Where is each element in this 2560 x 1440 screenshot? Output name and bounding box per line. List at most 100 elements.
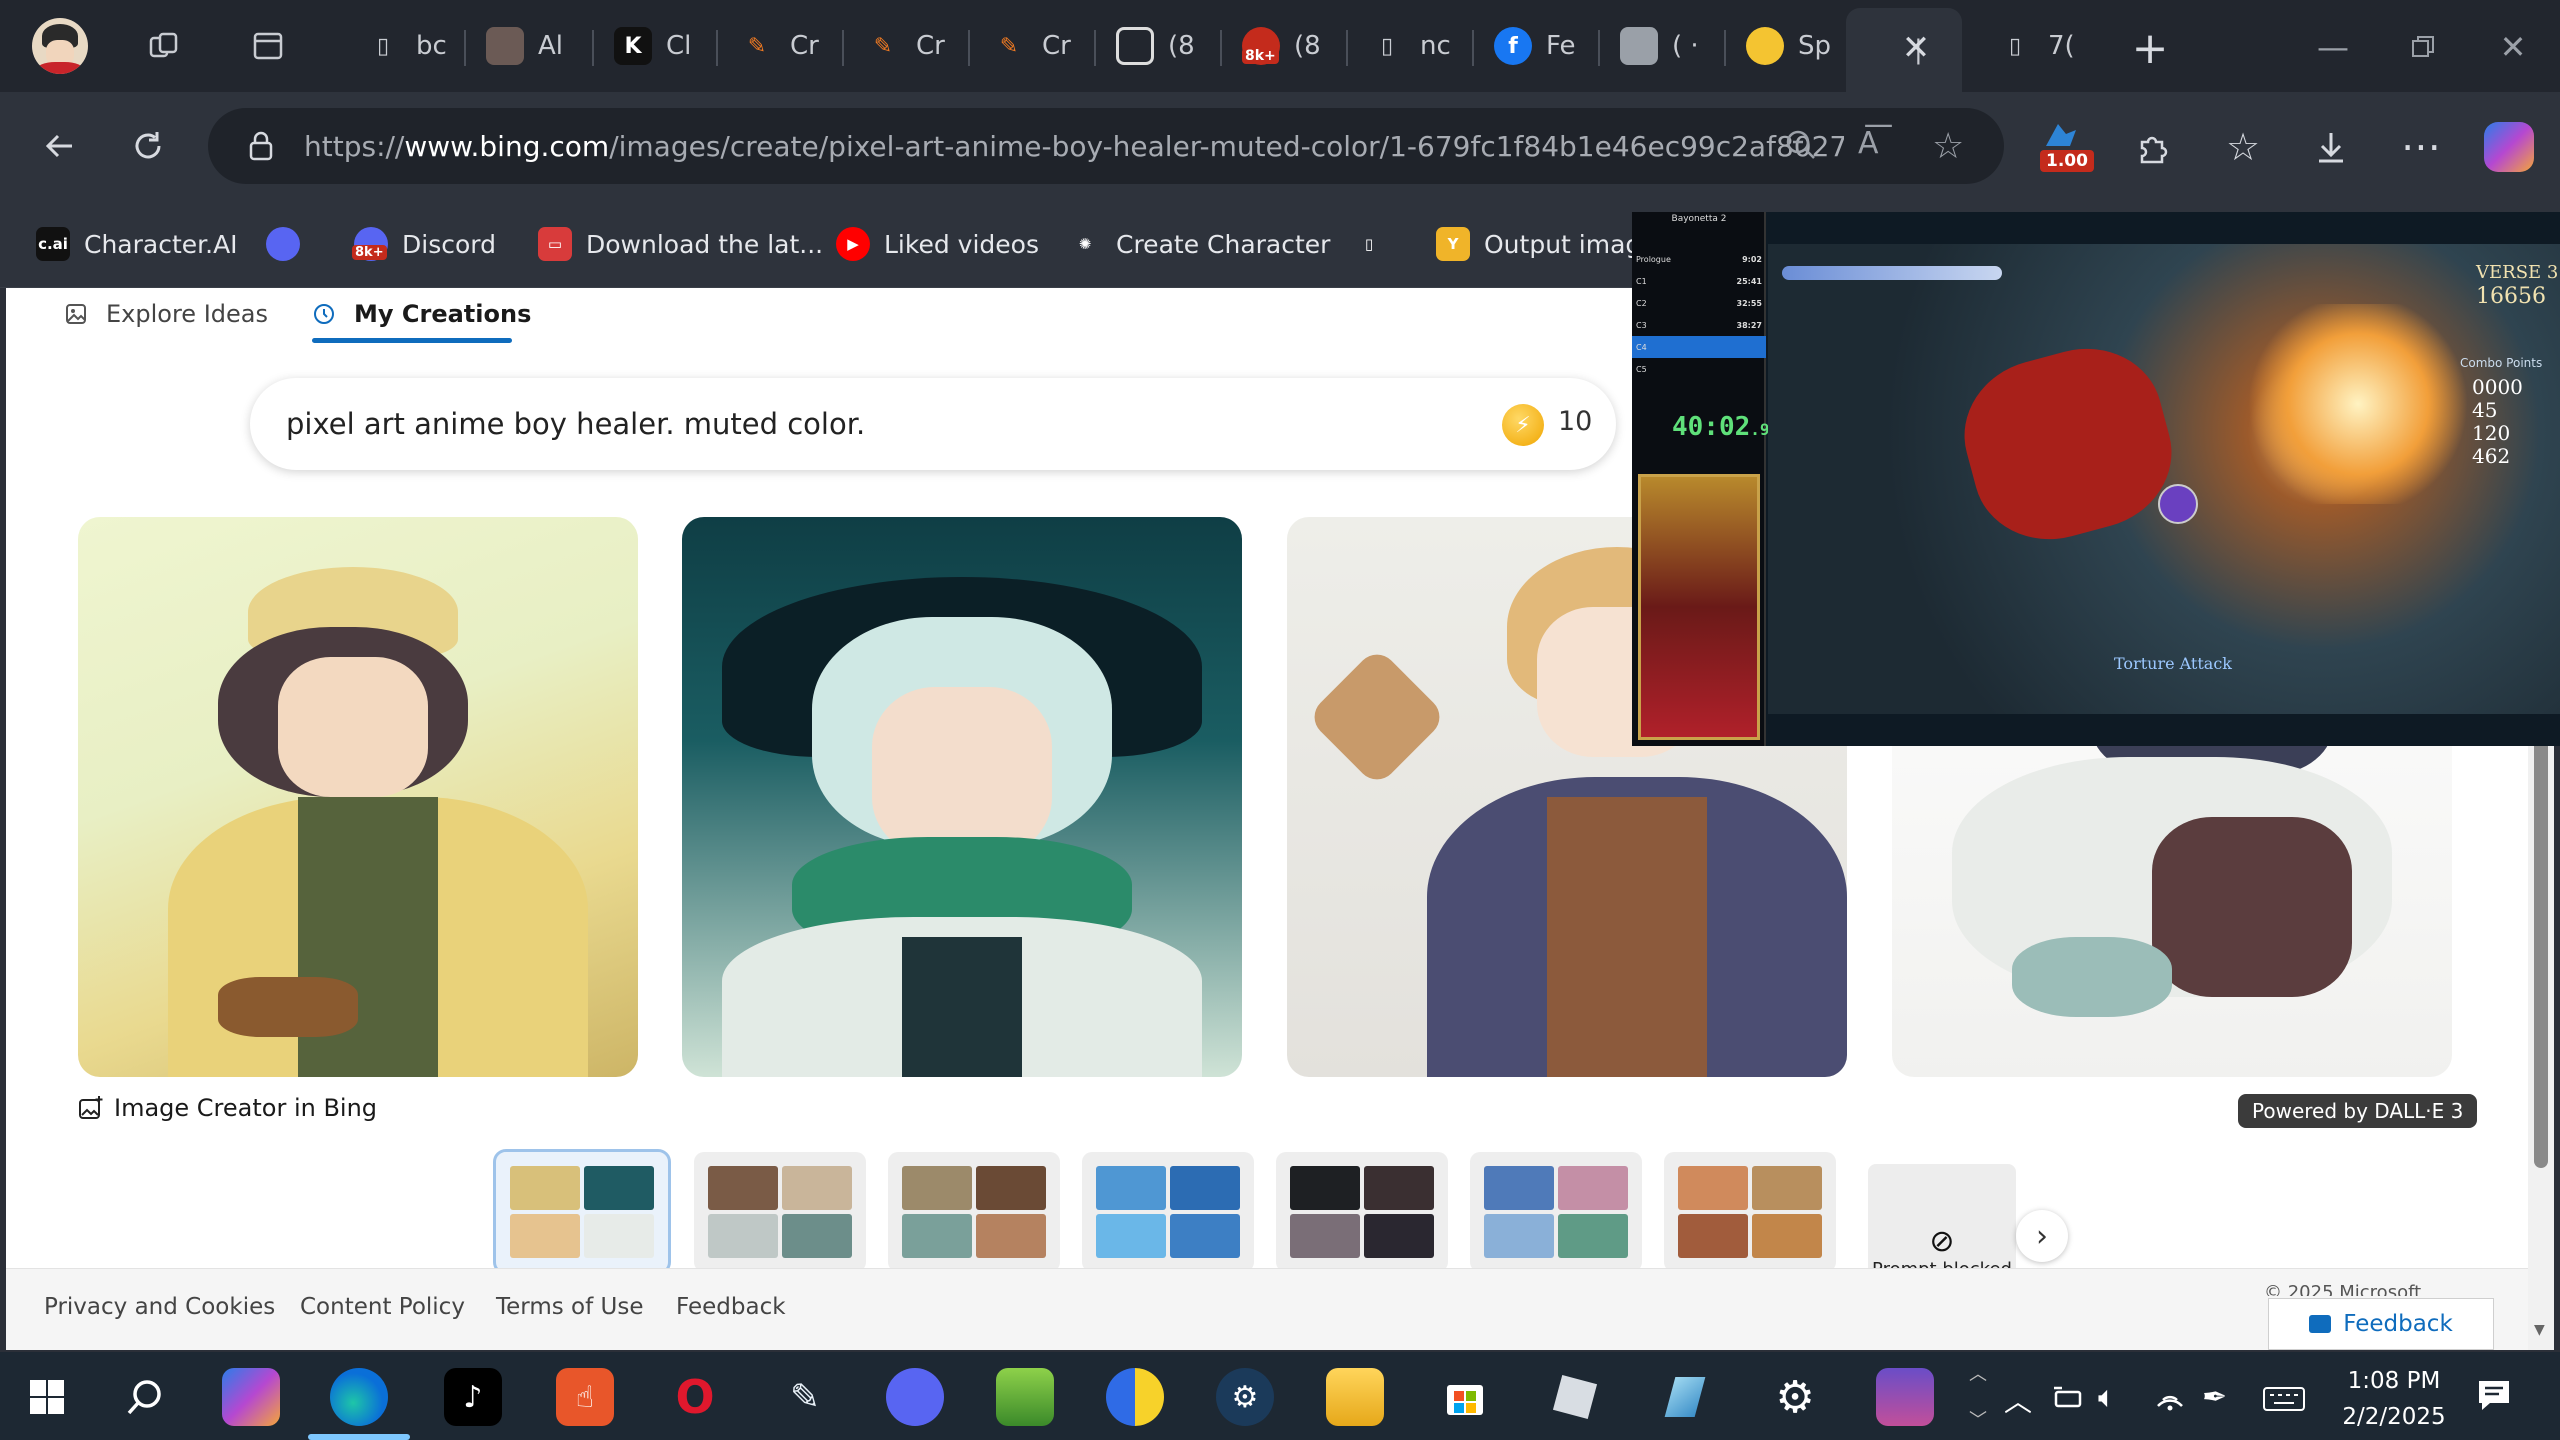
creation-thumbnail-2[interactable] — [694, 1152, 866, 1272]
zoom-out-icon[interactable] — [1784, 128, 1818, 169]
bookmark-item[interactable]: ▯ — [1352, 222, 1386, 266]
generated-image-1[interactable] — [78, 517, 638, 1077]
browser-tab[interactable]: ▯ bc — [348, 16, 460, 76]
browser-tab[interactable]: 8k+ (8 — [1226, 16, 1342, 76]
game-taskbar-icon[interactable] — [1876, 1368, 1934, 1426]
browser-tab[interactable]: ( · — [1604, 16, 1720, 76]
vertical-tabs-icon[interactable] — [244, 22, 292, 70]
close-window-icon[interactable]: ✕ — [2488, 22, 2538, 72]
minimize-icon[interactable]: — — [2308, 22, 2358, 72]
bookmark-item[interactable]: ▶ Liked videos — [836, 222, 1039, 266]
tab-my-creations[interactable]: My Creations — [312, 292, 531, 336]
file-explorer-taskbar-icon[interactable] — [1326, 1368, 1384, 1426]
bookmark-item[interactable]: 8k+ Discord — [352, 222, 496, 266]
copilot-icon[interactable] — [2484, 122, 2534, 172]
creation-thumbnail-3[interactable] — [888, 1152, 1060, 1272]
start-button[interactable] — [18, 1368, 76, 1426]
refresh-icon[interactable] — [118, 116, 178, 176]
generated-image-2[interactable] — [682, 517, 1242, 1077]
new-tab-icon[interactable]: + — [2124, 22, 2176, 74]
browser-tab[interactable]: f Fe — [1478, 16, 1594, 76]
favorites-icon[interactable]: ☆ — [2214, 118, 2272, 176]
clock-date[interactable]: 2/2/2025 — [2334, 1404, 2454, 1430]
footer-content-policy-link[interactable]: Content Policy — [300, 1294, 465, 1320]
game-bar-widget[interactable]: 1.00 — [2040, 118, 2094, 174]
workspaces-icon[interactable] — [140, 22, 188, 70]
browser-tab[interactable]: ✎ Cr — [722, 16, 838, 76]
steam-taskbar-icon[interactable]: ⚙ — [1216, 1368, 1274, 1426]
creation-thumbnail-7[interactable] — [1664, 1152, 1836, 1272]
floating-video-overlay[interactable]: Bayonetta 2 Prologue 9:02 C1 25:41 C2 32:55 C3… — [1632, 212, 2560, 746]
bookmark-item[interactable]: ▭ Download the lat... — [538, 222, 823, 266]
tab-creations-label: My Creations — [354, 300, 532, 328]
close-tab-icon[interactable]: ✕ — [1894, 26, 1938, 70]
browser-tab[interactable]: ▯ 7( — [1980, 16, 2092, 76]
battery-icon[interactable] — [2052, 1384, 2086, 1416]
microsoft-store-taskbar-icon[interactable] — [1436, 1368, 1494, 1426]
footer-feedback-link[interactable]: Feedback — [676, 1294, 786, 1320]
next-thumbnails-button[interactable]: › — [2016, 1210, 2068, 1262]
tiktok-taskbar-icon[interactable]: ♪ — [444, 1368, 502, 1426]
downloads-icon[interactable] — [2302, 118, 2360, 176]
tab-explore-ideas[interactable]: Explore Ideas — [64, 292, 268, 336]
app-prism-taskbar-icon[interactable] — [1656, 1368, 1714, 1426]
app-circle-taskbar-icon[interactable] — [1106, 1368, 1164, 1426]
creation-thumbnail-6[interactable] — [1470, 1152, 1642, 1272]
copyright-text: © 2025 Microsoft — [2264, 1282, 2422, 1296]
tray-show-hidden-icon[interactable]: ︿ — [2004, 1380, 2032, 1420]
read-aloud-icon[interactable]: A͞ — [1858, 126, 1879, 161]
wifi-icon[interactable] — [2154, 1382, 2186, 1416]
image-viewer-taskbar-icon[interactable] — [996, 1368, 1054, 1426]
image-creator-label: Image Creator in Bing — [114, 1094, 378, 1122]
browser-tab[interactable]: K Cl — [598, 16, 712, 76]
creation-thumbnail-1[interactable] — [493, 1149, 671, 1275]
footer-terms-link[interactable]: Terms of Use — [496, 1294, 644, 1320]
browser-tab[interactable]: (8 — [1100, 16, 1216, 76]
image-creator-link[interactable]: Image Creator in Bing — [78, 1094, 377, 1122]
taskbar-overflow-scroller[interactable]: ︿ ﹀ — [1962, 1360, 1994, 1432]
pen-icon[interactable]: ✒ — [2202, 1380, 2227, 1415]
keyboard-icon[interactable] — [2262, 1386, 2306, 1416]
bookmark-item[interactable] — [266, 222, 300, 266]
notifications-icon[interactable] — [2476, 1378, 2512, 1416]
copilot-taskbar-icon[interactable] — [222, 1368, 280, 1426]
lock-icon[interactable] — [244, 131, 278, 161]
roblox-taskbar-icon[interactable] — [1546, 1368, 1604, 1426]
feedback-button[interactable]: Feedback — [2268, 1298, 2494, 1350]
bookmark-item[interactable]: Y Output image — [1436, 222, 1657, 266]
bookmark-item[interactable]: ✺ Create Character — [1068, 222, 1331, 266]
paint-taskbar-icon[interactable]: ✎ — [776, 1368, 834, 1426]
extensions-icon[interactable] — [2124, 118, 2182, 176]
opera-taskbar-icon[interactable]: O — [666, 1368, 724, 1426]
discord-taskbar-icon[interactable] — [886, 1368, 944, 1426]
favorite-star-icon[interactable]: ☆ — [1932, 126, 1964, 167]
app-taskbar-icon[interactable]: ☝ — [556, 1368, 614, 1426]
profile-avatar[interactable] — [32, 18, 88, 74]
creation-thumbnail-5[interactable] — [1276, 1152, 1448, 1272]
more-options-icon[interactable]: ⋯ — [2392, 118, 2450, 176]
creation-thumbnail-4[interactable] — [1082, 1152, 1254, 1272]
back-icon[interactable] — [30, 116, 90, 176]
y-icon: Y — [1436, 227, 1470, 261]
clock-time[interactable]: 1:08 PM — [2334, 1368, 2454, 1394]
creation-thumbnail-blocked[interactable]: ⊘ Prompt blocked — [1868, 1164, 2016, 1284]
browser-tab[interactable]: Sp — [1730, 16, 1836, 76]
tab-separator — [1094, 30, 1096, 66]
browser-tab[interactable]: ✎ Cr — [848, 16, 964, 76]
browser-tab[interactable]: ✎ Cr — [974, 16, 1090, 76]
bookmark-item[interactable]: c.ai Character.AI — [36, 222, 238, 266]
browser-tab[interactable]: ▯ nc — [1352, 16, 1468, 76]
browser-tab[interactable]: Al — [470, 16, 588, 76]
volume-icon[interactable]: 🔈︎ — [2098, 1380, 2116, 1415]
boost-coin-icon[interactable]: ⚡ — [1502, 404, 1544, 446]
tab-separator — [1472, 30, 1474, 66]
edge-taskbar-icon[interactable] — [330, 1368, 388, 1426]
scrollbar-down-arrow[interactable]: ▼ — [2534, 1322, 2545, 1338]
search-icon[interactable] — [116, 1368, 174, 1426]
combo-value-3: 120 — [2472, 421, 2511, 445]
address-bar[interactable]: https://www.bing.com/images/create/pixel… — [208, 108, 2004, 184]
prompt-input[interactable]: pixel art anime boy healer. muted color.… — [250, 378, 1616, 470]
restore-icon[interactable] — [2398, 22, 2448, 72]
footer-privacy-link[interactable]: Privacy and Cookies — [44, 1294, 275, 1320]
settings-taskbar-icon[interactable]: ⚙ — [1766, 1368, 1824, 1426]
